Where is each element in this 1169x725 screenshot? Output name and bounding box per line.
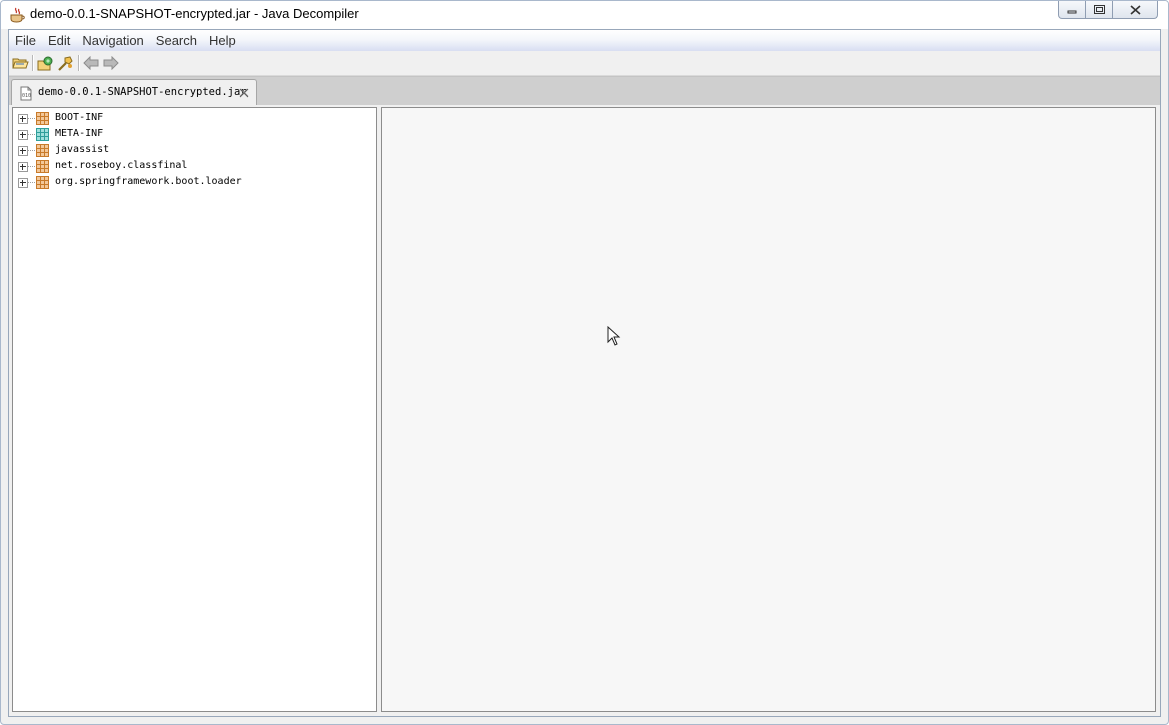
java-cup-icon <box>10 7 25 23</box>
package-icon <box>36 176 49 189</box>
menu-file[interactable]: File <box>9 30 42 51</box>
close-button[interactable] <box>1112 1 1158 19</box>
forward-button[interactable] <box>102 55 120 71</box>
minimize-icon <box>1067 10 1077 13</box>
forward-arrow-icon <box>103 56 119 70</box>
tree-item-label: net.roseboy.classfinal <box>55 160 188 171</box>
expand-icon[interactable] <box>18 114 28 124</box>
open-file-button[interactable] <box>11 55 29 71</box>
close-icon <box>1129 4 1141 15</box>
minimize-button[interactable] <box>1058 1 1086 19</box>
menu-help[interactable]: Help <box>203 30 242 51</box>
menu-navigation[interactable]: Navigation <box>76 30 149 51</box>
restore-icon <box>1093 5 1105 14</box>
window-title: demo-0.0.1-SNAPSHOT-encrypted.jar - Java… <box>30 6 359 21</box>
package-icon <box>36 160 49 173</box>
tree-connector <box>28 182 35 183</box>
toolbar-separator <box>78 55 80 71</box>
search-button[interactable] <box>56 55 74 71</box>
open-type-icon <box>37 56 52 70</box>
tab-label: demo-0.0.1-SNAPSHOT-encrypted.jar <box>38 86 247 98</box>
menu-search[interactable]: Search <box>150 30 203 51</box>
package-tree[interactable]: BOOT-INF META-INF javassist net.roseboy.… <box>12 107 377 712</box>
expand-icon[interactable] <box>18 178 28 188</box>
tree-item-label: BOOT-INF <box>55 112 104 123</box>
tab-strip: 010 demo-0.0.1-SNAPSHOT-encrypted.jar <box>9 76 1160 107</box>
application-frame: File Edit Navigation Search Help 010 dem… <box>8 29 1161 717</box>
mouse-pointer-icon <box>607 326 621 346</box>
open-type-button[interactable] <box>36 55 54 71</box>
tree-item-label: META-INF <box>55 128 104 139</box>
window-controls <box>1058 1 1158 20</box>
menu-bar: File Edit Navigation Search Help <box>9 30 1160 51</box>
tree-connector <box>28 166 35 167</box>
title-bar[interactable]: demo-0.0.1-SNAPSHOT-encrypted.jar - Java… <box>1 1 1168 29</box>
app-window: demo-0.0.1-SNAPSHOT-encrypted.jar - Java… <box>0 0 1169 725</box>
tab-jar-file[interactable]: 010 demo-0.0.1-SNAPSHOT-encrypted.jar <box>11 79 257 107</box>
tree-item-label: javassist <box>55 144 110 155</box>
expand-icon[interactable] <box>18 146 28 156</box>
content-area: BOOT-INF META-INF javassist net.roseboy.… <box>9 105 1160 716</box>
toolbar <box>9 52 1160 76</box>
svg-text:010: 010 <box>22 93 31 99</box>
expand-icon[interactable] <box>18 130 28 140</box>
tree-connector <box>28 150 35 151</box>
search-icon <box>57 55 73 71</box>
tree-connector <box>28 134 35 135</box>
editor-pane[interactable] <box>381 107 1156 712</box>
tree-connector <box>28 118 35 119</box>
open-file-icon <box>11 58 29 69</box>
jar-file-icon: 010 <box>20 86 32 101</box>
folder-package-icon <box>36 128 49 141</box>
maximize-button[interactable] <box>1085 1 1113 19</box>
toolbar-separator <box>32 55 34 71</box>
tree-item-label: org.springframework.boot.loader <box>55 176 242 187</box>
expand-icon[interactable] <box>18 162 28 172</box>
back-button[interactable] <box>82 55 100 71</box>
package-icon <box>36 112 49 125</box>
back-arrow-icon <box>83 56 99 70</box>
tab-close-icon[interactable] <box>238 87 250 99</box>
menu-edit[interactable]: Edit <box>42 30 76 51</box>
package-icon <box>36 144 49 157</box>
